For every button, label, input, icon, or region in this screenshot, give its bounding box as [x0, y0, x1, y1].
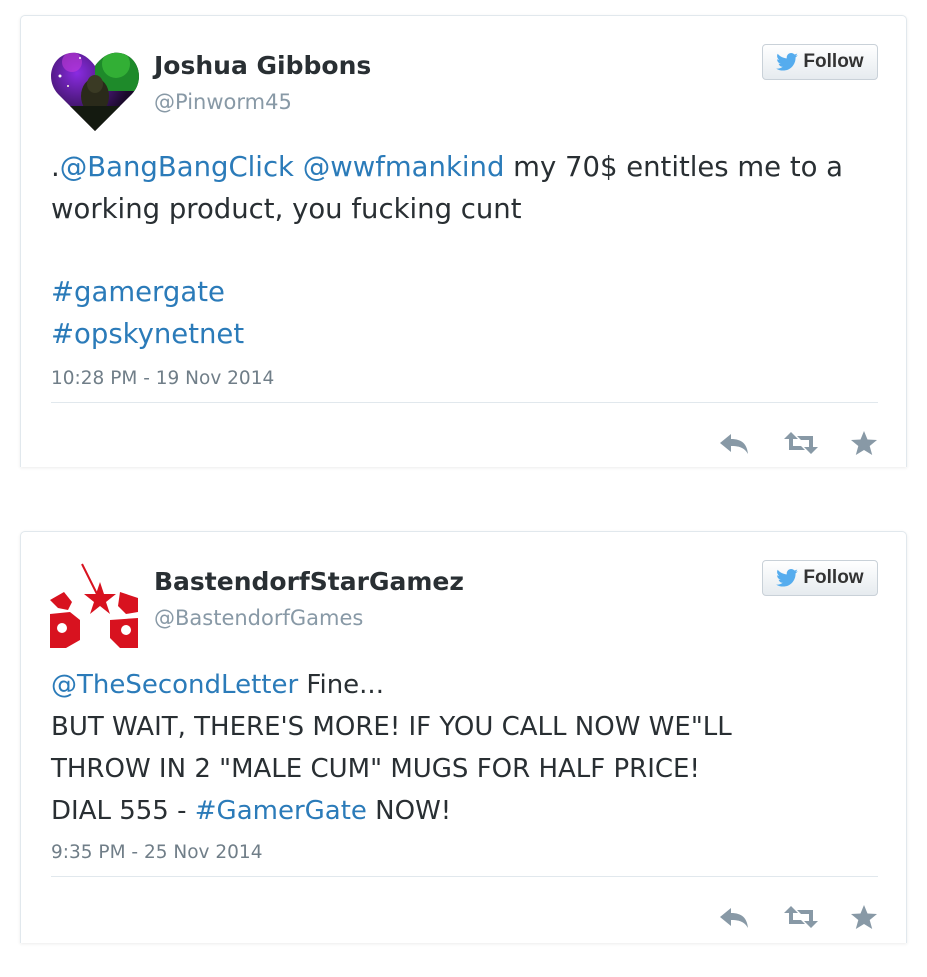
tweet-text-segment: DIAL 555 -: [51, 796, 195, 826]
embedded-tweet: BastendorfStarGamez @BastendorfGames Fol…: [20, 531, 907, 943]
tweet-text-line: THROW IN 2 "MALE CUM" MUGS FOR HALF PRIC…: [51, 748, 878, 790]
star-icon[interactable]: [850, 904, 878, 930]
author-handle[interactable]: @Pinworm45: [154, 90, 292, 114]
tweet-text-line: BUT WAIT, THERE'S MORE! IF YOU CALL NOW …: [51, 706, 878, 748]
divider: [51, 876, 878, 877]
tweet-text-line: @TheSecondLetter Fine...: [51, 664, 878, 706]
heart-avatar-icon[interactable]: [50, 46, 140, 136]
embedded-tweet: Joshua Gibbons @Pinworm45 Follow .@BangB…: [20, 15, 907, 467]
twitter-bird-icon: [776, 569, 799, 587]
reply-icon[interactable]: [718, 904, 752, 930]
tweet-text-segment: my 70$ entitles me to a: [504, 151, 844, 183]
tweet-text-segment: working product, you fucking cunt: [51, 193, 522, 225]
mention-link[interactable]: @wwfmankind: [303, 151, 505, 183]
retweet-icon[interactable]: [784, 904, 818, 930]
hashtag-link[interactable]: #GamerGate: [195, 796, 367, 826]
author-handle[interactable]: @BastendorfGames: [154, 606, 363, 630]
tweet-timestamp[interactable]: 10:28 PM - 19 Nov 2014: [51, 368, 274, 389]
divider: [51, 402, 878, 403]
tweet-text-segment: NOW!: [366, 796, 452, 826]
author-name[interactable]: Joshua Gibbons: [154, 51, 371, 80]
tweet-actions: [718, 430, 878, 456]
reply-icon[interactable]: [718, 430, 752, 456]
tweet-text-line: working product, you fucking cunt: [51, 188, 878, 230]
tweet-actions: [718, 904, 878, 930]
follow-button[interactable]: Follow: [762, 44, 878, 80]
tweet-text: .@BangBangClick @wwfmankind my 70$ entit…: [51, 146, 878, 355]
follow-label: Follow: [803, 567, 864, 588]
tweet-text-line: DIAL 555 - #GamerGate NOW!: [51, 790, 878, 832]
follow-button[interactable]: Follow: [762, 560, 878, 596]
tweet-text-segment: .: [51, 151, 60, 183]
tweet-text-line: .@BangBangClick @wwfmankind my 70$ entit…: [51, 146, 878, 188]
tweet-text: @TheSecondLetter Fine... BUT WAIT, THERE…: [51, 664, 878, 832]
twitter-bird-icon: [776, 53, 799, 71]
red-star-skull-avatar-icon[interactable]: [50, 562, 140, 652]
retweet-icon[interactable]: [784, 430, 818, 456]
star-icon[interactable]: [850, 430, 878, 456]
follow-label: Follow: [803, 51, 864, 72]
hashtag-link[interactable]: #gamergate: [51, 276, 225, 308]
tweet-text-segment: BUT WAIT, THERE'S MORE! IF YOU CALL NOW …: [51, 712, 732, 742]
hashtag-link[interactable]: #opskynetnet: [51, 318, 244, 350]
tweet-text-line: #opskynetnet: [51, 313, 878, 355]
tweet-text-segment: THROW IN 2 "MALE CUM" MUGS FOR HALF PRIC…: [51, 754, 700, 784]
mention-link[interactable]: @TheSecondLetter: [51, 670, 298, 700]
author-name[interactable]: BastendorfStarGamez: [154, 567, 464, 596]
tweet-timestamp[interactable]: 9:35 PM - 25 Nov 2014: [51, 842, 262, 863]
mention-link[interactable]: @BangBangClick: [60, 151, 294, 183]
tweet-text-line: #gamergate: [51, 271, 878, 313]
tweet-text-segment: Fine...: [298, 670, 384, 700]
tweet-text-segment: [294, 151, 303, 183]
